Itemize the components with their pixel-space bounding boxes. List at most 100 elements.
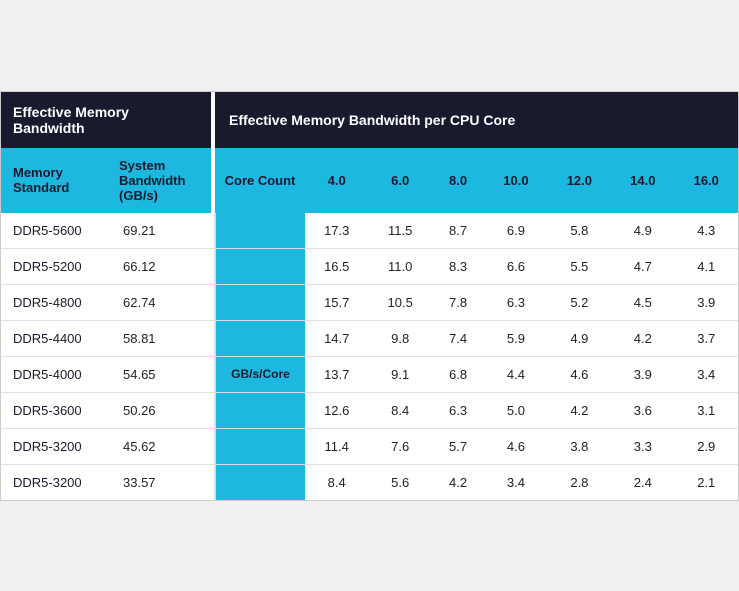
v16-cell: 3.1	[675, 392, 738, 428]
v8-cell: 4.2	[432, 464, 484, 500]
core-count-cell	[215, 248, 305, 284]
memory-standard-cell: DDR5-4000	[1, 356, 111, 392]
v14-cell: 4.7	[611, 248, 674, 284]
v8-cell: 8.3	[432, 248, 484, 284]
v12-cell: 5.8	[548, 213, 611, 249]
v10-cell: 4.6	[484, 428, 547, 464]
core-count-cell: GB/s/Core	[215, 356, 305, 392]
v10-cell: 4.4	[484, 356, 547, 392]
memory-standard-cell: DDR5-4800	[1, 284, 111, 320]
col-memory-header: Memory Standard	[1, 148, 111, 213]
bandwidth-cell: 58.81	[111, 320, 211, 356]
v6-cell: 7.6	[368, 428, 431, 464]
v16-cell: 3.9	[675, 284, 738, 320]
v14-cell: 3.6	[611, 392, 674, 428]
v6-cell: 9.1	[368, 356, 431, 392]
v10-cell: 6.3	[484, 284, 547, 320]
v4-cell: 11.4	[305, 428, 368, 464]
header-row-1: Effective Memory Bandwidth Effective Mem…	[1, 92, 738, 148]
v4-cell: 8.4	[305, 464, 368, 500]
v6-cell: 11.5	[368, 213, 431, 249]
table-row: DDR5-480062.7415.710.57.86.35.24.53.9	[1, 284, 738, 320]
core-count-cell	[215, 392, 305, 428]
col-bandwidth-header: System Bandwidth (GB/s)	[111, 148, 211, 213]
v8-cell: 5.7	[432, 428, 484, 464]
v12-cell: 4.6	[548, 356, 611, 392]
v16-cell: 3.4	[675, 356, 738, 392]
v10-cell: 6.9	[484, 213, 547, 249]
v14-cell: 2.4	[611, 464, 674, 500]
v10-cell: 5.0	[484, 392, 547, 428]
table-row: DDR5-360050.2612.68.46.35.04.23.63.1	[1, 392, 738, 428]
v10-cell: 5.9	[484, 320, 547, 356]
v4-cell: 17.3	[305, 213, 368, 249]
col-12-header: 12.0	[548, 148, 611, 213]
core-count-cell	[215, 284, 305, 320]
table-row: DDR5-320045.62 11.47.65.74.63.83.32.9	[1, 428, 738, 464]
v6-cell: 5.6	[368, 464, 431, 500]
v10-cell: 6.6	[484, 248, 547, 284]
memory-standard-cell: DDR5-3200	[1, 428, 111, 464]
v12-cell: 3.8	[548, 428, 611, 464]
v4-cell: 14.7	[305, 320, 368, 356]
v4-cell: 16.5	[305, 248, 368, 284]
v6-cell: 11.0	[368, 248, 431, 284]
v10-cell: 3.4	[484, 464, 547, 500]
v8-cell: 8.7	[432, 213, 484, 249]
v12-cell: 4.9	[548, 320, 611, 356]
v16-cell: 2.9	[675, 428, 738, 464]
core-count-cell	[215, 320, 305, 356]
bandwidth-cell: 50.26	[111, 392, 211, 428]
core-count-cell	[215, 464, 305, 500]
table-row: DDR5-400054.65GB/s/Core13.79.16.84.44.63…	[1, 356, 738, 392]
v12-cell: 5.5	[548, 248, 611, 284]
v16-cell: 3.7	[675, 320, 738, 356]
v14-cell: 4.5	[611, 284, 674, 320]
section2-header: Effective Memory Bandwidth per CPU Core	[215, 92, 738, 148]
v16-cell: 4.1	[675, 248, 738, 284]
v8-cell: 7.8	[432, 284, 484, 320]
v8-cell: 6.8	[432, 356, 484, 392]
v12-cell: 2.8	[548, 464, 611, 500]
col-8-header: 8.0	[432, 148, 484, 213]
v14-cell: 3.9	[611, 356, 674, 392]
table-row: DDR5-560069.2117.311.58.76.95.84.94.3	[1, 213, 738, 249]
memory-standard-cell: DDR5-5600	[1, 213, 111, 249]
col-core-count-header: Core Count	[215, 148, 305, 213]
memory-standard-cell: DDR5-3200	[1, 464, 111, 500]
v6-cell: 9.8	[368, 320, 431, 356]
header-row-2: Memory Standard System Bandwidth (GB/s) …	[1, 148, 738, 213]
table-row: DDR5-440058.81 14.79.87.45.94.94.23.7	[1, 320, 738, 356]
v12-cell: 5.2	[548, 284, 611, 320]
v4-cell: 12.6	[305, 392, 368, 428]
col-10-header: 10.0	[484, 148, 547, 213]
v16-cell: 2.1	[675, 464, 738, 500]
table-row: DDR5-320033.57 8.45.64.23.42.82.42.1	[1, 464, 738, 500]
bandwidth-table: Effective Memory Bandwidth Effective Mem…	[1, 92, 738, 500]
v8-cell: 6.3	[432, 392, 484, 428]
memory-standard-cell: DDR5-4400	[1, 320, 111, 356]
table-body: DDR5-560069.2117.311.58.76.95.84.94.3DDR…	[1, 213, 738, 500]
v14-cell: 4.9	[611, 213, 674, 249]
section1-header: Effective Memory Bandwidth	[1, 92, 211, 148]
bandwidth-cell: 33.57	[111, 464, 211, 500]
v14-cell: 4.2	[611, 320, 674, 356]
v6-cell: 8.4	[368, 392, 431, 428]
col-14-header: 14.0	[611, 148, 674, 213]
v4-cell: 13.7	[305, 356, 368, 392]
bandwidth-cell: 45.62	[111, 428, 211, 464]
main-table-container: Effective Memory Bandwidth Effective Mem…	[0, 91, 739, 501]
table-row: DDR5-520066.1216.511.08.36.65.54.74.1	[1, 248, 738, 284]
col-6-header: 6.0	[368, 148, 431, 213]
memory-standard-cell: DDR5-3600	[1, 392, 111, 428]
memory-standard-cell: DDR5-5200	[1, 248, 111, 284]
col-4-header: 4.0	[305, 148, 368, 213]
bandwidth-cell: 69.21	[111, 213, 211, 249]
core-count-cell	[215, 213, 305, 249]
bandwidth-cell: 54.65	[111, 356, 211, 392]
col-16-header: 16.0	[675, 148, 738, 213]
v6-cell: 10.5	[368, 284, 431, 320]
v14-cell: 3.3	[611, 428, 674, 464]
v8-cell: 7.4	[432, 320, 484, 356]
core-count-cell	[215, 428, 305, 464]
